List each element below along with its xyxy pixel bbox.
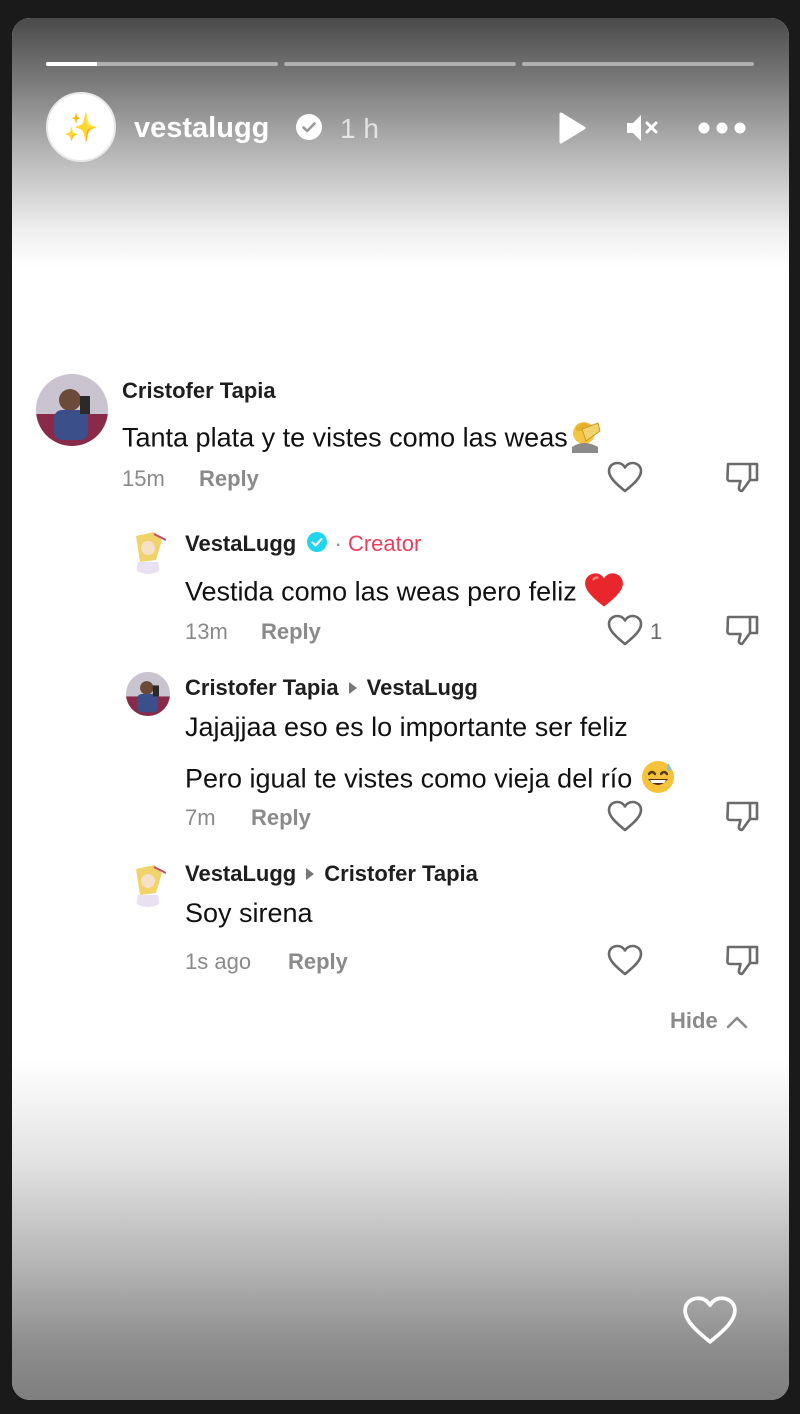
reply-button[interactable]: Reply bbox=[288, 949, 348, 975]
bottom-gradient bbox=[12, 1060, 789, 1400]
comment-time: 7m bbox=[185, 805, 216, 830]
progress-fill bbox=[46, 62, 98, 66]
avatar[interactable] bbox=[126, 530, 170, 574]
sparkles-icon: ✨ bbox=[63, 111, 99, 143]
story-viewer: ✨ vestalugg 1 h Cristofer Tapia Tanta pl… bbox=[12, 18, 789, 1400]
comment-text: Soy sirena bbox=[185, 898, 313, 928]
story-username[interactable]: vestalugg bbox=[134, 112, 269, 145]
reply-arrow-icon bbox=[306, 868, 315, 881]
comment-text: Jajajjaa eso es lo importante ser feliz bbox=[185, 712, 628, 742]
progress-segment bbox=[46, 62, 278, 66]
comment-text: Tanta plata y te vistes como las weas bbox=[122, 419, 604, 460]
comment-time: 13m bbox=[185, 619, 228, 644]
play-icon bbox=[559, 112, 586, 144]
dislike-button[interactable] bbox=[722, 942, 762, 978]
play-button[interactable] bbox=[552, 110, 592, 146]
like-button[interactable] bbox=[605, 459, 645, 495]
like-button[interactable] bbox=[605, 798, 645, 834]
author-name[interactable]: VestaLugg bbox=[185, 531, 296, 556]
verified-badge-icon bbox=[306, 531, 328, 559]
author-name[interactable]: VestaLugg bbox=[185, 861, 296, 886]
dislike-icon bbox=[726, 462, 759, 493]
mute-button[interactable] bbox=[622, 110, 662, 146]
comment-time: 15m bbox=[122, 466, 165, 491]
reply-to-name[interactable]: VestaLugg bbox=[367, 675, 478, 700]
dislike-button[interactable] bbox=[722, 459, 762, 495]
more-icon bbox=[698, 122, 746, 134]
heart-icon bbox=[607, 614, 643, 646]
mute-icon bbox=[627, 115, 658, 141]
reply-button[interactable]: Reply bbox=[199, 466, 259, 492]
separator-dot: · bbox=[334, 531, 342, 556]
comment-author: VestaLugg Cristofer Tapia bbox=[185, 861, 478, 887]
story-progress bbox=[46, 62, 754, 66]
comment-author[interactable]: Cristofer Tapia bbox=[122, 378, 276, 404]
like-count: 1 bbox=[650, 619, 663, 644]
reply-button[interactable]: Reply bbox=[251, 805, 311, 831]
progress-segment bbox=[284, 62, 516, 66]
hide-replies-button[interactable]: Hide bbox=[670, 1008, 748, 1034]
heart-icon bbox=[683, 1296, 737, 1344]
story-like-button[interactable] bbox=[682, 1294, 738, 1346]
dislike-button[interactable] bbox=[722, 612, 762, 648]
reply-button[interactable]: Reply bbox=[261, 619, 321, 645]
heart-icon bbox=[607, 461, 643, 493]
dislike-icon bbox=[726, 615, 759, 646]
creator-badge: Creator bbox=[347, 531, 422, 556]
like-button[interactable] bbox=[605, 942, 645, 978]
avatar[interactable] bbox=[126, 672, 170, 716]
comment-text: Vestida como las weas pero feliz bbox=[185, 572, 624, 615]
avatar[interactable] bbox=[126, 863, 170, 907]
comment-author: Cristofer Tapia VestaLugg bbox=[185, 675, 478, 701]
progress-segment bbox=[522, 62, 754, 66]
more-options-button[interactable] bbox=[698, 110, 746, 146]
profile-avatar[interactable]: ✨ bbox=[46, 92, 116, 162]
avatar[interactable] bbox=[36, 374, 108, 446]
reply-to-name[interactable]: Cristofer Tapia bbox=[324, 861, 478, 886]
heart-icon bbox=[607, 800, 643, 832]
story-time: 1 h bbox=[340, 113, 379, 144]
comment-text: Pero igual te vistes como vieja del río bbox=[185, 759, 676, 802]
facepalm-emoji-icon bbox=[568, 419, 604, 460]
dislike-button[interactable] bbox=[722, 798, 762, 834]
verified-badge-icon bbox=[296, 114, 322, 140]
heart-icon bbox=[607, 944, 643, 976]
grinning-sweat-emoji-icon bbox=[640, 759, 676, 802]
dislike-icon bbox=[726, 801, 759, 832]
story-header: ✨ vestalugg 1 h bbox=[46, 92, 756, 164]
reply-arrow-icon bbox=[348, 682, 357, 695]
dislike-icon bbox=[726, 945, 759, 976]
like-button[interactable] bbox=[605, 612, 645, 648]
hide-label: Hide bbox=[670, 1008, 718, 1033]
red-heart-emoji-icon bbox=[584, 572, 624, 615]
comment-author: VestaLugg · Creator bbox=[185, 531, 421, 559]
author-name[interactable]: Cristofer Tapia bbox=[185, 675, 339, 700]
chevron-up-icon bbox=[726, 1016, 748, 1029]
comment-time: 1s ago bbox=[185, 949, 252, 974]
